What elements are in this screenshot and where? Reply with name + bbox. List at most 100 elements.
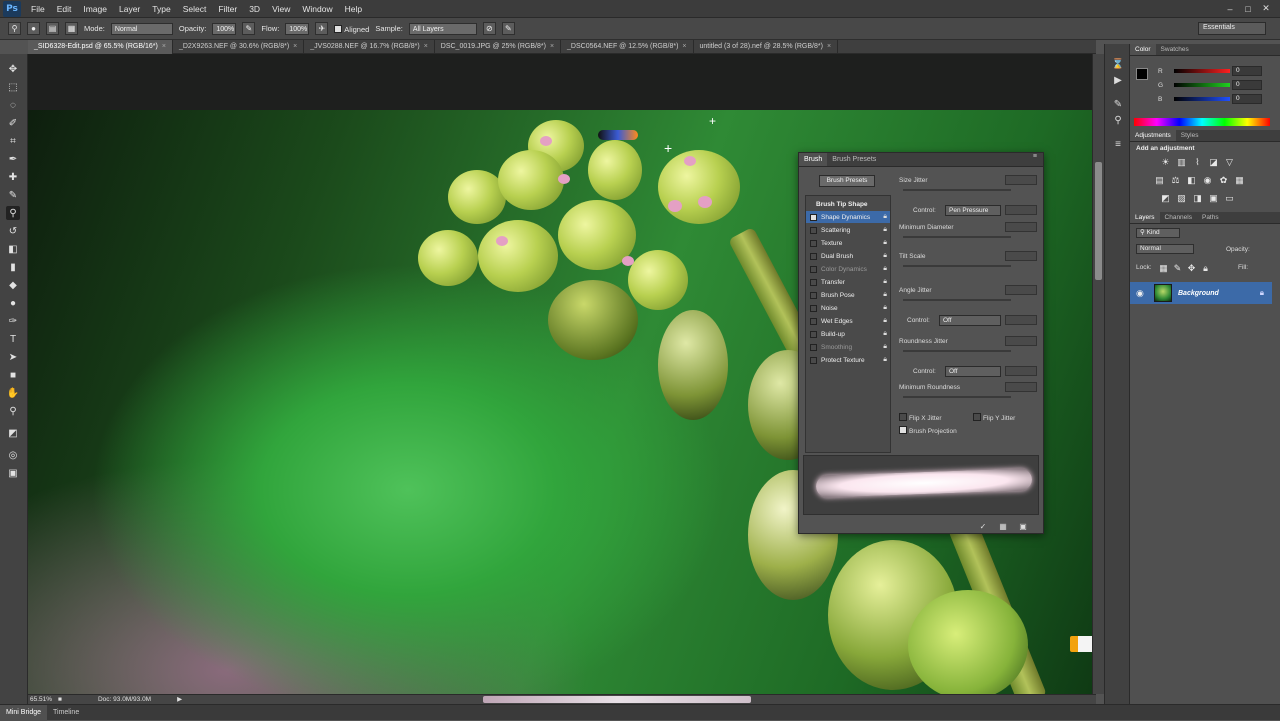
brush-setting-noise[interactable]: Noise 🔒︎ [806, 302, 890, 314]
gradient-tool-icon[interactable]: ▮ [6, 260, 20, 274]
brush-setting-color-dynamics[interactable]: Color Dynamics 🔒︎ [806, 263, 890, 275]
brush-setting-scattering[interactable]: Scattering 🔒︎ [806, 224, 890, 236]
tab-adjustments[interactable]: Adjustments [1130, 130, 1176, 141]
brush-size-icon[interactable]: ● [27, 22, 40, 35]
menu-edit[interactable]: Edit [51, 0, 78, 18]
minimum-roundness-field[interactable] [1005, 382, 1037, 392]
ignore-adjustment-layers-icon[interactable]: ⊘ [482, 22, 496, 35]
tab-mini-bridge[interactable]: Mini Bridge [0, 704, 48, 721]
angle-jitter-slider[interactable] [903, 299, 1011, 301]
checkbox-icon[interactable] [810, 278, 817, 286]
flow-field[interactable]: 100% [285, 22, 310, 35]
lock-image-icon[interactable]: ✎ [1172, 263, 1183, 273]
doc-tab[interactable]: _JVS0288.NEF @ 16.7% (RGB/8*) × [304, 40, 435, 54]
menu-image[interactable]: Image [77, 0, 113, 18]
green-slider[interactable]: G 0 [1130, 78, 1280, 92]
blend-mode-select[interactable]: Normal [1136, 244, 1194, 254]
close-tab-icon[interactable]: × [293, 43, 297, 50]
brightness-contrast-icon[interactable]: ☀ [1160, 157, 1171, 167]
threshold-icon[interactable]: ◨ [1192, 193, 1203, 203]
control-field-2[interactable] [1005, 315, 1037, 325]
panel-menu-icon[interactable]: ≡ [1033, 153, 1037, 166]
status-arrow-icon[interactable]: ▶ [177, 695, 182, 703]
eye-icon[interactable]: ◉ [1136, 288, 1148, 299]
checkbox-icon[interactable] [810, 343, 817, 351]
menu-filter[interactable]: Filter [212, 0, 243, 18]
green-value[interactable]: 0 [1232, 80, 1262, 90]
doc-tab[interactable]: _DSC0564.NEF @ 12.5% (RGB/8*) × [561, 40, 694, 54]
red-track[interactable] [1174, 69, 1230, 73]
brush-setting-dual-brush[interactable]: Dual Brush 🔒︎ [806, 250, 890, 262]
brush-panel-icon[interactable]: ✎ [1111, 98, 1125, 110]
black-white-icon[interactable]: ◧ [1186, 175, 1197, 185]
brush-setting-build-up[interactable]: Build-up 🔒︎ [806, 328, 890, 340]
clone-source-panel-icon[interactable]: ⚲ [1111, 114, 1125, 126]
lasso-tool-icon[interactable]: ◌ [6, 98, 20, 112]
create-new-brush-icon[interactable]: ▣ [1017, 521, 1029, 531]
layer-name[interactable]: Background [1178, 290, 1219, 297]
roundness-jitter-slider[interactable] [903, 350, 1011, 352]
menu-window[interactable]: Window [296, 0, 338, 18]
control-field-1[interactable] [1005, 205, 1037, 215]
lock-position-icon[interactable]: ✥ [1186, 263, 1197, 273]
checkbox-icon[interactable] [810, 252, 817, 260]
checkbox-icon[interactable] [810, 226, 817, 234]
green-track[interactable] [1174, 83, 1230, 87]
dodge-tool-icon[interactable]: ● [6, 296, 20, 310]
eraser-tool-icon[interactable]: ◧ [6, 242, 20, 256]
checkbox-icon[interactable] [810, 213, 817, 221]
minimize-button[interactable]: – [1222, 3, 1238, 15]
red-slider[interactable]: R 0 [1130, 64, 1280, 78]
move-tool-icon[interactable]: ✥ [6, 62, 20, 76]
blue-value[interactable]: 0 [1232, 94, 1262, 104]
hand-tool-icon[interactable]: ✋ [6, 386, 20, 400]
doc-tab[interactable]: DSC_0019.JPG @ 25% (RGB/8*) × [435, 40, 562, 54]
close-tab-icon[interactable]: × [550, 43, 554, 50]
size-jitter-field[interactable] [1005, 175, 1037, 185]
doc-tab[interactable]: _D2X9263.NEF @ 30.6% (RGB/8*) × [173, 40, 305, 54]
clone-stamp-tool-icon[interactable]: ⚲ [8, 22, 21, 35]
doc-tab[interactable]: _SID6328-Edit.psd @ 65.5% (RGB/16*) × [28, 40, 173, 54]
brush-presets-button[interactable]: Brush Presets [819, 175, 875, 187]
brush-tip-shape-item[interactable]: Brush Tip Shape [806, 198, 890, 210]
control-select-1[interactable]: Pen Pressure [945, 205, 1001, 216]
channel-mixer-icon[interactable]: ✿ [1218, 175, 1229, 185]
quick-mask-icon[interactable]: ◎ [6, 448, 20, 462]
control-field-3[interactable] [1005, 366, 1037, 376]
brush-setting-texture[interactable]: Texture 🔒︎ [806, 237, 890, 249]
aligned-checkbox[interactable]: Aligned [334, 24, 369, 34]
airbrush-icon[interactable]: ✈ [315, 22, 329, 35]
vibrance-icon[interactable]: ▽ [1224, 157, 1235, 167]
doc-tab[interactable]: untitled (3 of 28).nef @ 28.5% (RGB/8*) × [694, 40, 839, 54]
status-menu-icon[interactable]: ■ [58, 696, 62, 703]
close-tab-icon[interactable]: × [162, 43, 166, 50]
menu-help[interactable]: Help [339, 0, 368, 18]
tab-styles[interactable]: Styles [1176, 130, 1204, 141]
curves-icon[interactable]: ⌇ [1192, 157, 1203, 167]
foreground-background-color-icon[interactable]: ◩ [6, 426, 20, 440]
mode-select[interactable]: Normal [110, 22, 173, 35]
control-select-2[interactable]: Off [939, 315, 1001, 326]
angle-jitter-field[interactable] [1005, 285, 1037, 295]
brush-setting-brush-pose[interactable]: Brush Pose 🔒︎ [806, 289, 890, 301]
menu-select[interactable]: Select [177, 0, 213, 18]
tab-layers[interactable]: Layers [1130, 212, 1160, 223]
tab-brush[interactable]: Brush [799, 153, 828, 166]
roundness-jitter-field[interactable] [1005, 336, 1037, 346]
blur-tool-icon[interactable]: ◆ [6, 278, 20, 292]
brush-setting-protect-texture[interactable]: Protect Texture 🔒︎ [806, 354, 890, 366]
quick-select-tool-icon[interactable]: ✐ [6, 116, 20, 130]
sample-select[interactable]: All Layers [408, 22, 477, 35]
tilt-scale-field[interactable] [1005, 251, 1037, 261]
menu-3d[interactable]: 3D [243, 0, 266, 18]
levels-icon[interactable]: ▥ [1176, 157, 1187, 167]
menu-type[interactable]: Type [146, 0, 176, 18]
color-lookup-icon[interactable]: ▦ [1234, 175, 1245, 185]
clone-stamp-tool-icon[interactable]: ⚲ [6, 206, 20, 220]
tab-channels[interactable]: Channels [1160, 212, 1197, 223]
layer-filter-select[interactable]: ⚲ Kind [1136, 228, 1180, 238]
pressure-size-icon[interactable]: ✎ [501, 22, 515, 35]
tab-color[interactable]: Color [1130, 44, 1156, 55]
close-button[interactable]: ✕ [1258, 3, 1274, 15]
type-tool-icon[interactable]: T [6, 332, 20, 346]
